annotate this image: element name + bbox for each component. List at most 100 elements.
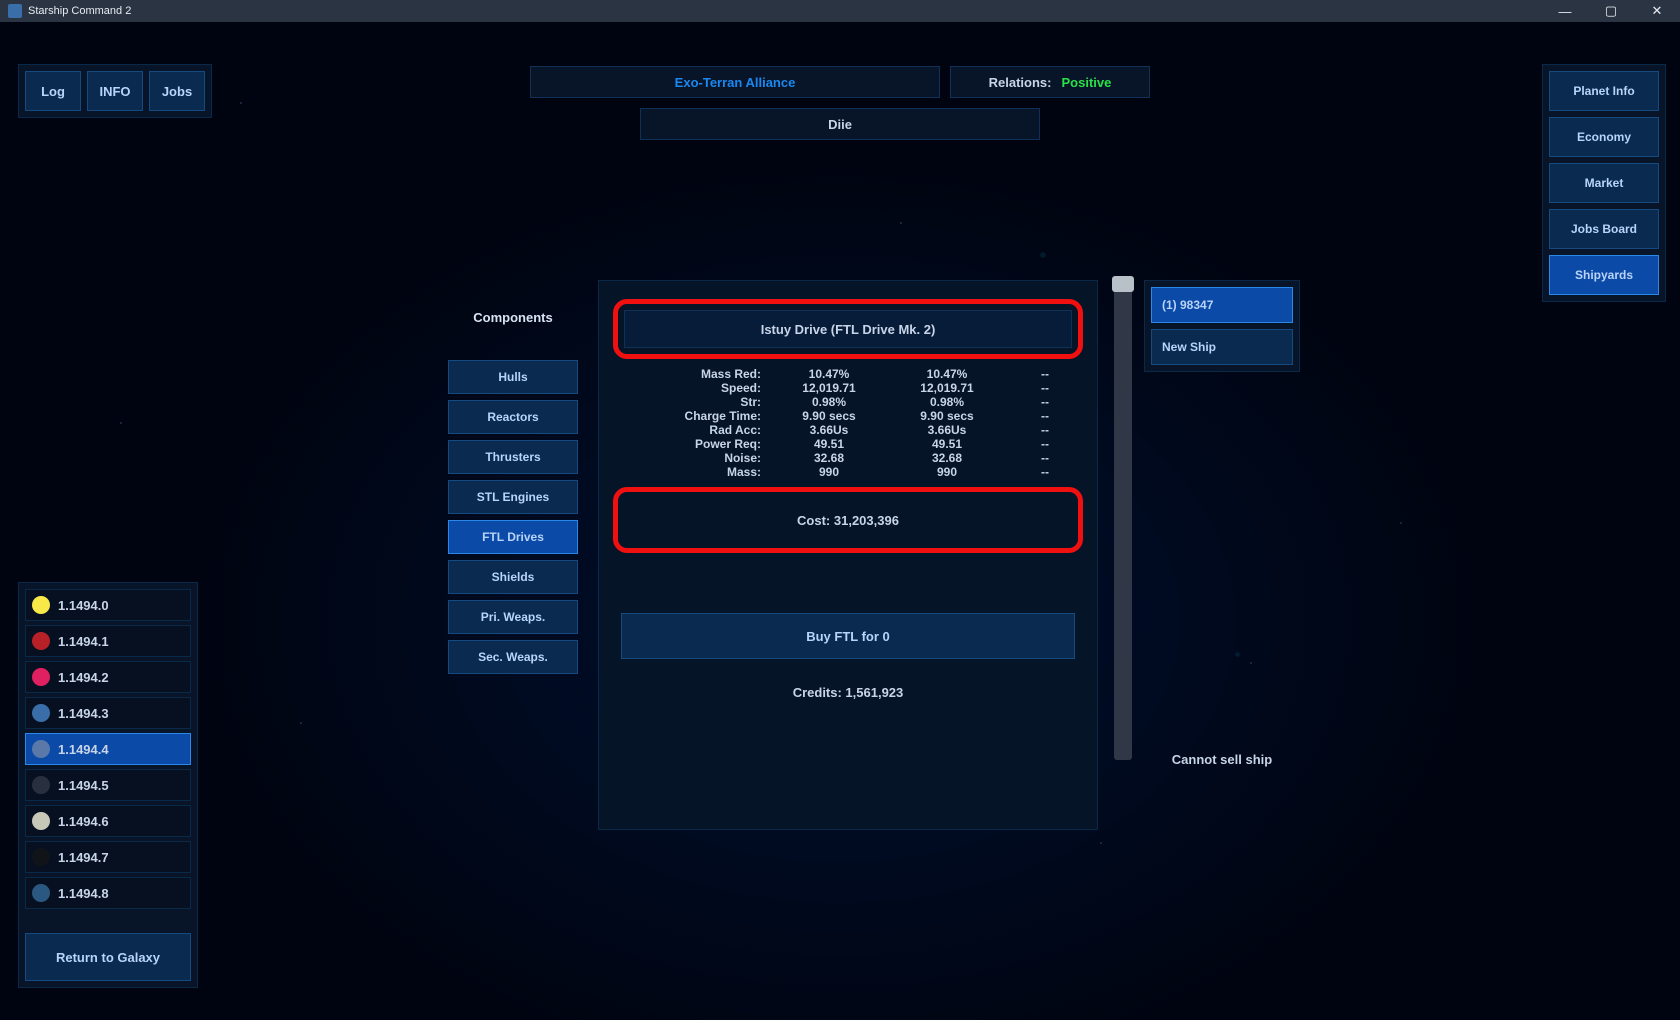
ship-slot[interactable]: (1) 98347 <box>1151 287 1293 323</box>
stat-value: 9.90 secs <box>897 409 997 423</box>
stat-value: 49.51 <box>897 437 997 451</box>
relations-label: Relations: <box>989 75 1052 90</box>
return-to-galaxy-button[interactable]: Return to Galaxy <box>25 933 191 981</box>
ship-list-area: (1) 98347 New Ship Cannot sell ship <box>1144 280 1300 767</box>
planet-info-button[interactable]: Planet Info <box>1549 71 1659 111</box>
maximize-icon[interactable]: ▢ <box>1588 0 1634 22</box>
planet-icon <box>32 848 50 866</box>
location-bar: Diie <box>640 108 1040 140</box>
category-shields[interactable]: Shields <box>448 560 578 594</box>
minimize-icon[interactable]: — <box>1542 0 1588 22</box>
system-row[interactable]: 1.1494.0 <box>25 589 191 621</box>
planet-icon <box>32 632 50 650</box>
stat-grid: Mass Red:10.47%10.47%--Speed:12,019.7112… <box>641 367 1055 479</box>
stat-label: Rad Acc: <box>641 423 761 437</box>
close-icon[interactable]: ✕ <box>1634 0 1680 22</box>
planet-icon <box>32 812 50 830</box>
sell-ship-note: Cannot sell ship <box>1144 752 1300 767</box>
stat-value: -- <box>1015 381 1075 395</box>
system-label: 1.1494.5 <box>58 778 109 793</box>
system-label: 1.1494.4 <box>58 742 109 757</box>
ship-list: (1) 98347 New Ship <box>1144 280 1300 372</box>
components-label: Components <box>448 310 578 325</box>
category-sec-weaps-[interactable]: Sec. Weaps. <box>448 640 578 674</box>
scrollbar-thumb[interactable] <box>1112 276 1134 292</box>
shipyard-panel: Components Hulls Reactors Thrusters STL Eng… <box>448 280 1238 830</box>
system-row[interactable]: 1.1494.2 <box>25 661 191 693</box>
stat-value: 32.68 <box>897 451 997 465</box>
info-button[interactable]: INFO <box>87 71 143 111</box>
relations-display: Relations: Positive <box>950 66 1150 98</box>
category-ftl-drives[interactable]: FTL Drives <box>448 520 578 554</box>
planet-icon <box>32 596 50 614</box>
stat-value: 10.47% <box>897 367 997 381</box>
item-cost: Cost: 31,203,396 <box>624 498 1072 542</box>
system-label: 1.1494.1 <box>58 634 109 649</box>
category-column: Hulls Reactors Thrusters STL Engines FTL Dri… <box>448 360 578 674</box>
stat-value: -- <box>1015 395 1075 409</box>
system-row[interactable]: 1.1494.7 <box>25 841 191 873</box>
system-label: 1.1494.0 <box>58 598 109 613</box>
stat-value: 32.68 <box>779 451 879 465</box>
credits-display: Credits: 1,561,923 <box>621 685 1075 700</box>
stat-value: 3.66Us <box>897 423 997 437</box>
system-row[interactable]: 1.1494.4 <box>25 733 191 765</box>
system-label: 1.1494.7 <box>58 850 109 865</box>
market-button[interactable]: Market <box>1549 163 1659 203</box>
location-name: Diie <box>640 108 1040 140</box>
item-name[interactable]: Istuy Drive (FTL Drive Mk. 2) <box>624 310 1072 348</box>
stat-label: Charge Time: <box>641 409 761 423</box>
stat-value: 49.51 <box>779 437 879 451</box>
shipyards-button[interactable]: Shipyards <box>1549 255 1659 295</box>
system-row[interactable]: 1.1494.3 <box>25 697 191 729</box>
app-icon <box>8 4 22 18</box>
stat-label: Str: <box>641 395 761 409</box>
planet-icon <box>32 776 50 794</box>
stat-value: -- <box>1015 409 1075 423</box>
stat-value: -- <box>1015 465 1075 479</box>
system-list: 1.1494.0 1.1494.1 1.1494.2 1.1494.3 1.1494.4… <box>18 582 198 988</box>
planet-icon <box>32 884 50 902</box>
header-bar: Exo-Terran Alliance Relations: Positive <box>530 66 1150 98</box>
stat-value: 12,019.71 <box>779 381 879 395</box>
jobs-board-button[interactable]: Jobs Board <box>1549 209 1659 249</box>
system-label: 1.1494.8 <box>58 886 109 901</box>
category-pri-weaps-[interactable]: Pri. Weaps. <box>448 600 578 634</box>
category-stl-engines[interactable]: STL Engines <box>448 480 578 514</box>
component-detail: Istuy Drive (FTL Drive Mk. 2) Mass Red: 1… <box>598 280 1098 830</box>
new-ship-button[interactable]: New Ship <box>1151 329 1293 365</box>
stat-label: Power Req: <box>641 437 761 451</box>
stat-value: 9.90 secs <box>779 409 879 423</box>
category-reactors[interactable]: Reactors <box>448 400 578 434</box>
system-row[interactable]: 1.1494.8 <box>25 877 191 909</box>
stat-label: Speed: <box>641 381 761 395</box>
category-thrusters[interactable]: Thrusters <box>448 440 578 474</box>
planet-icon <box>32 668 50 686</box>
stat-value: 990 <box>897 465 997 479</box>
faction-name: Exo-Terran Alliance <box>530 66 940 98</box>
top-left-panel: Log INFO Jobs <box>18 64 212 118</box>
relations-value: Positive <box>1061 75 1111 90</box>
stat-value: 990 <box>779 465 879 479</box>
stat-value: -- <box>1015 451 1075 465</box>
stat-value: -- <box>1015 423 1075 437</box>
scrollbar-track[interactable] <box>1114 280 1132 760</box>
system-row[interactable]: 1.1494.5 <box>25 769 191 801</box>
system-row[interactable]: 1.1494.6 <box>25 805 191 837</box>
window-title: Starship Command 2 <box>28 5 131 17</box>
category-hulls[interactable]: Hulls <box>448 360 578 394</box>
log-button[interactable]: Log <box>25 71 81 111</box>
system-label: 1.1494.2 <box>58 670 109 685</box>
buy-button[interactable]: Buy FTL for 0 <box>621 613 1075 659</box>
window-titlebar: Starship Command 2 — ▢ ✕ <box>0 0 1680 22</box>
jobs-button[interactable]: Jobs <box>149 71 205 111</box>
stat-value: -- <box>1015 437 1075 451</box>
highlight-cost: Cost: 31,203,396 <box>613 487 1083 553</box>
top-right-panel: Planet Info Economy Market Jobs Board Sh… <box>1542 64 1666 302</box>
system-label: 1.1494.6 <box>58 814 109 829</box>
stat-label: Mass Red: <box>641 367 761 381</box>
economy-button[interactable]: Economy <box>1549 117 1659 157</box>
stat-value: 12,019.71 <box>897 381 997 395</box>
system-row[interactable]: 1.1494.1 <box>25 625 191 657</box>
stat-value: 0.98% <box>779 395 879 409</box>
